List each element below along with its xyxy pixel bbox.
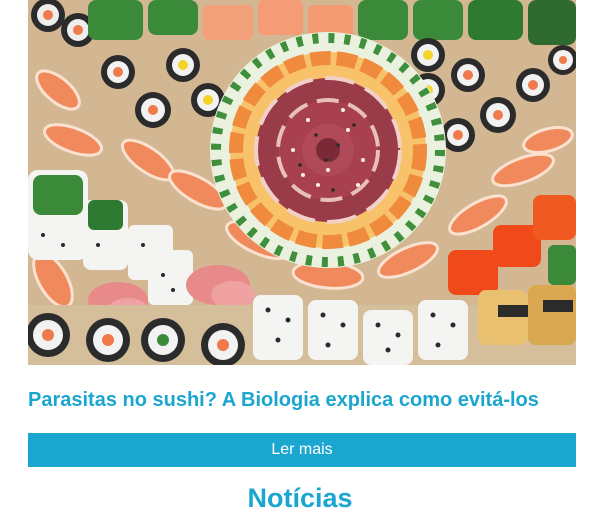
- center-plate: [210, 32, 446, 268]
- sushi-platter-photo: [28, 0, 576, 365]
- article-title-link[interactable]: Parasitas no sushi? A Biologia explica c…: [28, 388, 576, 412]
- article-image[interactable]: [28, 0, 576, 365]
- section-heading-news: Notícias: [247, 483, 353, 513]
- read-more-button[interactable]: Ler mais: [28, 433, 576, 467]
